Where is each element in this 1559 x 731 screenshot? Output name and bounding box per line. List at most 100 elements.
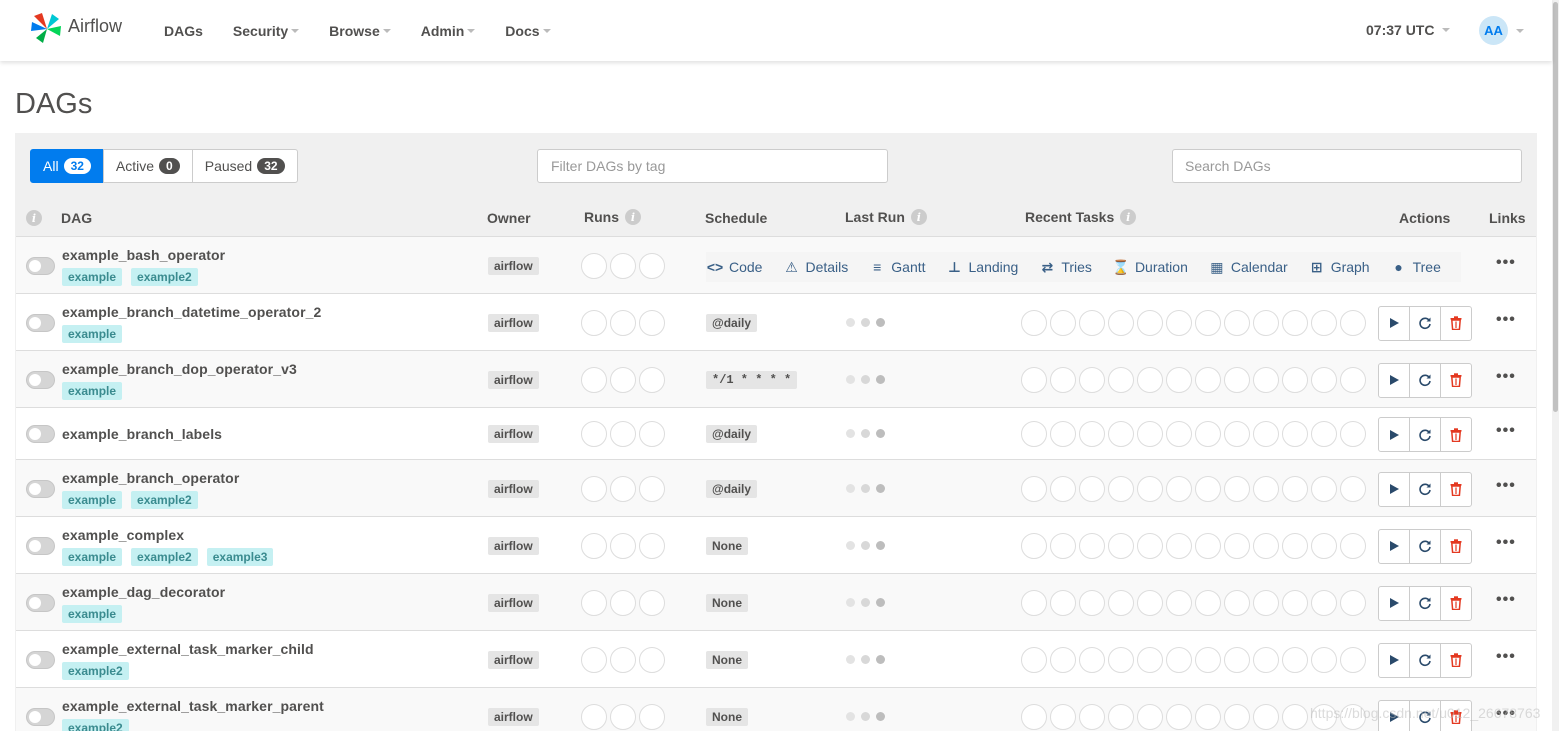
- refresh-dag-button[interactable]: [1409, 471, 1441, 507]
- dag-tag[interactable]: example: [62, 491, 123, 509]
- run-state-circle[interactable]: [639, 646, 665, 673]
- pause-toggle[interactable]: [26, 479, 55, 498]
- task-state-circle[interactable]: [1021, 421, 1047, 447]
- run-state-circle[interactable]: [610, 252, 636, 279]
- link-gantt[interactable]: ≡ Gantt: [868, 258, 925, 276]
- scrollbar-thumb[interactable]: [1553, 2, 1558, 412]
- delete-dag-button[interactable]: [1440, 585, 1472, 621]
- dag-link[interactable]: example_branch_datetime_operator_2: [62, 304, 321, 320]
- link-calendar[interactable]: ▦ Calendar: [1208, 258, 1287, 276]
- run-state-circle[interactable]: [639, 309, 665, 336]
- dag-tag[interactable]: example3: [206, 548, 274, 566]
- dag-tag[interactable]: example: [62, 268, 123, 286]
- task-state-circle[interactable]: [1079, 366, 1105, 393]
- run-state-circle[interactable]: [610, 703, 636, 730]
- task-state-circle[interactable]: [1108, 366, 1134, 393]
- task-state-circle[interactable]: [1108, 589, 1134, 616]
- task-state-circle[interactable]: [1108, 703, 1134, 730]
- trigger-dag-button[interactable]: [1378, 417, 1410, 452]
- schedule-badge[interactable]: @daily: [706, 425, 758, 443]
- header-dag[interactable]: DAG: [61, 210, 92, 226]
- schedule-badge[interactable]: None: [706, 536, 748, 555]
- schedule-badge[interactable]: */1 * * * *: [706, 370, 798, 389]
- task-state-circle[interactable]: [1166, 532, 1192, 559]
- delete-dag-button[interactable]: [1440, 471, 1472, 507]
- trigger-dag-button[interactable]: [1378, 642, 1410, 678]
- task-state-circle[interactable]: [1137, 646, 1163, 673]
- page-scrollbar[interactable]: [1552, 0, 1559, 731]
- task-state-circle[interactable]: [1195, 366, 1221, 393]
- header-schedule[interactable]: Schedule: [705, 210, 767, 226]
- delete-dag-button[interactable]: [1440, 642, 1472, 678]
- pause-toggle[interactable]: [26, 256, 55, 275]
- task-state-circle[interactable]: [1195, 421, 1221, 447]
- schedule-badge[interactable]: None: [706, 707, 748, 726]
- task-state-circle[interactable]: [1108, 421, 1134, 447]
- run-state-circle[interactable]: [639, 421, 665, 447]
- dag-tag[interactable]: example: [62, 382, 123, 400]
- task-state-circle[interactable]: [1021, 703, 1047, 730]
- task-state-circle[interactable]: [1224, 532, 1250, 559]
- link-code[interactable]: <> Code: [706, 258, 763, 276]
- schedule-badge[interactable]: @daily: [706, 479, 758, 498]
- task-state-circle[interactable]: [1050, 421, 1076, 447]
- refresh-dag-button[interactable]: [1409, 417, 1441, 452]
- task-state-circle[interactable]: [1224, 646, 1250, 673]
- task-state-circle[interactable]: [1137, 421, 1163, 447]
- filter-active-button[interactable]: Active 0: [102, 149, 193, 183]
- dag-tag[interactable]: example2: [131, 548, 198, 566]
- dag-link[interactable]: example_branch_operator: [62, 470, 239, 486]
- task-state-circle[interactable]: [1050, 589, 1076, 616]
- task-state-circle[interactable]: [1050, 646, 1076, 673]
- run-state-circle[interactable]: [610, 646, 636, 673]
- link-tree[interactable]: ● Tree: [1390, 258, 1441, 276]
- run-state-circle[interactable]: [581, 532, 607, 559]
- task-state-circle[interactable]: [1253, 421, 1279, 447]
- dag-tag[interactable]: example2: [131, 268, 198, 286]
- trigger-dag-button[interactable]: [1378, 305, 1410, 341]
- dag-link[interactable]: example_branch_labels: [62, 426, 222, 442]
- link-tries[interactable]: ⇄ Tries: [1038, 258, 1091, 276]
- task-state-circle[interactable]: [1079, 475, 1105, 502]
- dag-link[interactable]: example_dag_decorator: [62, 584, 225, 600]
- info-icon[interactable]: i: [26, 210, 42, 226]
- task-state-circle[interactable]: [1137, 589, 1163, 616]
- user-avatar[interactable]: AA: [1479, 16, 1508, 45]
- task-state-circle[interactable]: [1311, 421, 1337, 447]
- pause-toggle[interactable]: [26, 707, 55, 726]
- task-state-circle[interactable]: [1166, 646, 1192, 673]
- task-state-circle[interactable]: [1195, 589, 1221, 616]
- task-state-circle[interactable]: [1282, 366, 1308, 393]
- task-state-circle[interactable]: [1079, 589, 1105, 616]
- task-state-circle[interactable]: [1282, 703, 1308, 730]
- task-state-circle[interactable]: [1340, 646, 1366, 673]
- task-state-circle[interactable]: [1282, 421, 1308, 447]
- run-state-circle[interactable]: [610, 421, 636, 447]
- task-state-circle[interactable]: [1224, 475, 1250, 502]
- dag-link[interactable]: example_external_task_marker_parent: [62, 698, 324, 714]
- task-state-circle[interactable]: [1021, 366, 1047, 393]
- run-state-circle[interactable]: [639, 703, 665, 730]
- task-state-circle[interactable]: [1079, 421, 1105, 447]
- owner-badge[interactable]: airflow: [488, 425, 539, 443]
- task-state-circle[interactable]: [1079, 646, 1105, 673]
- task-state-circle[interactable]: [1340, 421, 1366, 447]
- task-state-circle[interactable]: [1108, 475, 1134, 502]
- links-menu-button[interactable]: •••: [1496, 422, 1516, 440]
- delete-dag-button[interactable]: [1440, 305, 1472, 341]
- task-state-circle[interactable]: [1340, 309, 1366, 336]
- dag-tag[interactable]: example: [62, 325, 123, 343]
- task-state-circle[interactable]: [1079, 309, 1105, 336]
- task-state-circle[interactable]: [1166, 475, 1192, 502]
- pause-toggle[interactable]: [26, 536, 55, 555]
- link-details[interactable]: ⚠ Details: [782, 258, 848, 276]
- info-icon[interactable]: i: [625, 209, 641, 225]
- search-dags-input[interactable]: [1172, 149, 1522, 183]
- task-state-circle[interactable]: [1021, 589, 1047, 616]
- delete-dag-button[interactable]: [1440, 417, 1472, 452]
- schedule-badge[interactable]: None: [706, 593, 748, 612]
- menu-docs[interactable]: Docs: [505, 23, 551, 39]
- task-state-circle[interactable]: [1166, 421, 1192, 447]
- task-state-circle[interactable]: [1195, 475, 1221, 502]
- owner-badge[interactable]: airflow: [488, 370, 539, 389]
